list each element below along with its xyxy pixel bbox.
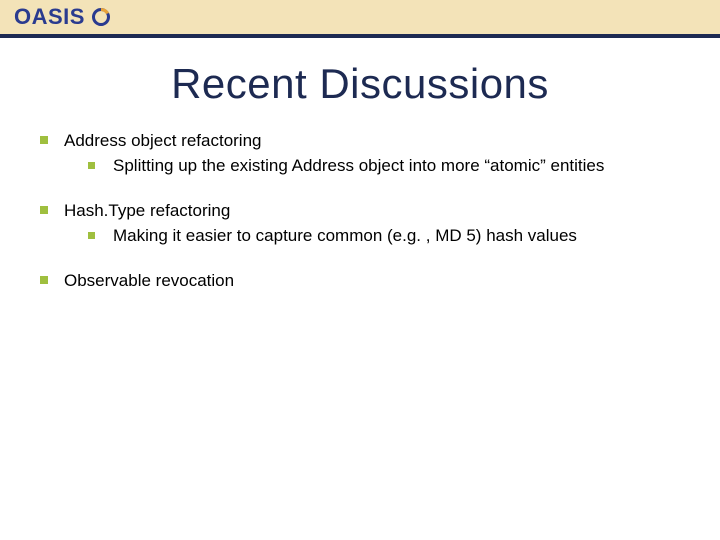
bullet-text: Observable revocation <box>64 270 680 293</box>
bullet-text: Hash.Type refactoring <box>64 200 680 223</box>
square-bullet-icon <box>40 136 48 144</box>
bullet-text: Splitting up the existing Address object… <box>113 155 680 178</box>
square-bullet-icon <box>40 276 48 284</box>
bullet-text: Address object refactoring <box>64 130 680 153</box>
bullet-level1: Hash.Type refactoring <box>40 200 680 223</box>
bullet-group: Observable revocation <box>40 270 680 293</box>
brand-logo: OASIS <box>14 4 113 30</box>
header-accent <box>0 34 720 38</box>
bullet-group: Hash.Type refactoring Making it easier t… <box>40 200 680 248</box>
square-bullet-icon <box>40 206 48 214</box>
slide-title: Recent Discussions <box>0 60 720 108</box>
bullet-group: Address object refactoring Splitting up … <box>40 130 680 178</box>
slide-content: Address object refactoring Splitting up … <box>40 130 680 315</box>
bullet-text: Making it easier to capture common (e.g.… <box>113 225 680 248</box>
bullet-level2: Making it easier to capture common (e.g.… <box>88 225 680 248</box>
brand-logo-text: OASIS <box>14 4 85 30</box>
bullet-level2: Splitting up the existing Address object… <box>88 155 680 178</box>
bullet-level1: Address object refactoring <box>40 130 680 153</box>
slide: OASIS Recent Discussions Address object … <box>0 0 720 540</box>
square-bullet-icon <box>88 162 95 169</box>
square-bullet-icon <box>88 232 95 239</box>
bullet-level1: Observable revocation <box>40 270 680 293</box>
oasis-swirl-icon <box>89 5 113 29</box>
